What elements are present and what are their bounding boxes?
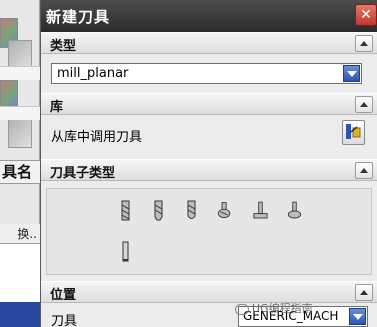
toolbar-strip [0, 106, 40, 120]
library-retrieve-icon [346, 124, 361, 139]
library-row-label: 从库中调用刀具 [51, 130, 143, 145]
wechat-icon [235, 303, 249, 315]
section-header-type[interactable]: 类型 [41, 32, 377, 54]
watermark-text: UG编程指南 [252, 302, 313, 315]
tool-subtype-panel [46, 188, 372, 275]
type-select[interactable]: mill_planar [51, 63, 362, 84]
dialog-titlebar[interactable]: 新建刀具 ✕ [41, 0, 377, 32]
section-label: 库 [50, 100, 64, 115]
close-button[interactable]: ✕ [355, 4, 377, 26]
chevron-up-icon[interactable] [355, 284, 373, 301]
chevron-up-icon[interactable] [355, 96, 373, 113]
selected-row[interactable] [0, 302, 40, 327]
tool-position-label: 刀具 [51, 314, 78, 327]
section-header-position[interactable]: 位置 [41, 281, 377, 303]
type-section-body: mill_planar [41, 54, 377, 93]
chevron-up-icon[interactable] [355, 162, 373, 179]
end-mill-tool-icon[interactable] [118, 200, 133, 221]
close-icon: ✕ [360, 7, 372, 23]
background-app-panel: 具名 换.. [0, 0, 40, 327]
t-cutter-tool-icon[interactable] [253, 200, 268, 221]
new-tool-dialog: 新建刀具 ✕ 类型 mill_planar 库 从库中调用刀具 刀具子类型 位置… [40, 0, 377, 327]
chevron-up-icon[interactable] [355, 35, 373, 52]
toolbar-tile[interactable] [8, 118, 32, 148]
position-section-body: 刀具 GENERIC_MACH [41, 303, 377, 327]
watermark: UG编程指南 [235, 300, 313, 316]
type-select-value: mill_planar [57, 66, 129, 81]
column-header-change[interactable]: 换.. [0, 224, 40, 244]
ball-mill-tool-icon[interactable] [184, 200, 199, 221]
library-browse-button[interactable] [342, 120, 365, 145]
section-label: 类型 [50, 39, 77, 54]
chevron-down-icon[interactable] [349, 308, 366, 325]
chamfer-mill-tool-icon[interactable] [151, 200, 166, 221]
column-header-name[interactable]: 具名 [0, 160, 40, 184]
barrel-cutter-tool-icon[interactable] [287, 200, 302, 221]
section-header-subtype[interactable]: 刀具子类型 [41, 159, 377, 181]
section-header-library[interactable]: 库 [41, 93, 377, 115]
subtype-section-body [41, 181, 377, 281]
face-mill-tool-icon[interactable] [217, 200, 232, 221]
toolbar-strip [0, 66, 40, 80]
dialog-title: 新建刀具 [46, 8, 111, 26]
chevron-down-icon[interactable] [343, 65, 360, 82]
section-label: 位置 [50, 288, 77, 303]
section-label: 刀具子类型 [50, 166, 116, 181]
thread-mill-tool-icon[interactable] [118, 241, 133, 262]
library-section-body: 从库中调用刀具 [41, 115, 377, 159]
